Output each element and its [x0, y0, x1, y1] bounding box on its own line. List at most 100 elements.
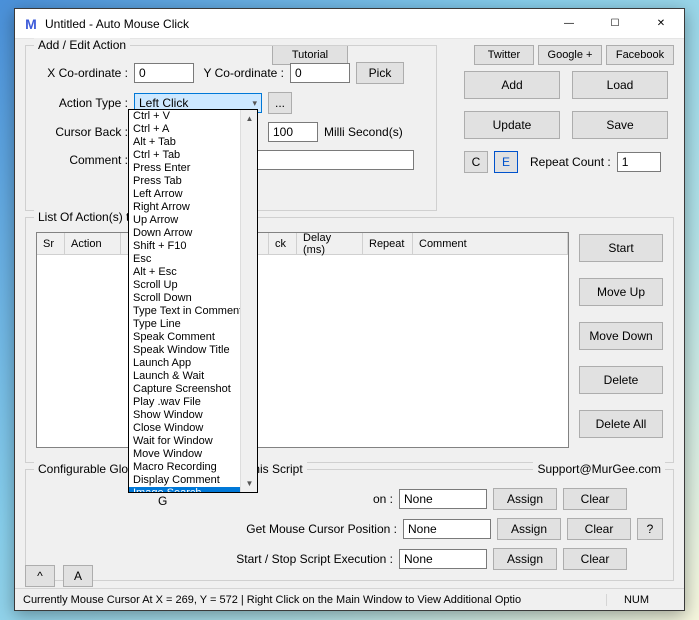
dropdown-option[interactable]: Move Window: [129, 448, 242, 461]
add-edit-legend: Add / Edit Action: [34, 38, 130, 52]
hotkey2-input[interactable]: [403, 519, 491, 539]
dropdown-option[interactable]: Scroll Down: [129, 292, 242, 305]
update-button[interactable]: Update: [464, 111, 560, 139]
hotkey3-input[interactable]: [399, 549, 487, 569]
dropdown-option[interactable]: Speak Comment: [129, 331, 242, 344]
dropdown-option[interactable]: Shift + F10: [129, 240, 242, 253]
dropdown-option[interactable]: Capture Screenshot: [129, 383, 242, 396]
start-button[interactable]: Start: [579, 234, 663, 262]
nav-up-button[interactable]: ^: [25, 565, 55, 587]
col-ck[interactable]: ck: [269, 233, 297, 254]
scroll-up-icon[interactable]: ▲: [241, 110, 258, 127]
dropdown-option[interactable]: Launch & Wait: [129, 370, 242, 383]
dropdown-option[interactable]: Show Window: [129, 409, 242, 422]
delay-unit-label: Milli Second(s): [324, 125, 403, 139]
delay-input[interactable]: [268, 122, 318, 142]
dropdown-option[interactable]: Display Comment: [129, 474, 242, 487]
load-button[interactable]: Load: [572, 71, 668, 99]
table-header: Sr Action ck Delay (ms) Repeat Comment: [37, 233, 568, 255]
dropdown-option[interactable]: Launch App: [129, 357, 242, 370]
dropdown-option[interactable]: Ctrl + Tab: [129, 149, 242, 162]
col-delay[interactable]: Delay (ms): [297, 233, 363, 254]
col-comment[interactable]: Comment: [413, 233, 568, 254]
hotkey1-label: on :: [113, 492, 393, 506]
dropdown-option[interactable]: Wait for Window: [129, 435, 242, 448]
dropdown-option[interactable]: Close Window: [129, 422, 242, 435]
hotkey3-label: Start / Stop Script Execution :: [113, 552, 393, 566]
g-prefix: G: [158, 494, 167, 508]
dropdown-option[interactable]: Alt + Tab: [129, 136, 242, 149]
assign3-button[interactable]: Assign: [493, 548, 557, 570]
status-text: Currently Mouse Cursor At X = 269, Y = 5…: [23, 594, 606, 606]
top-links-row: Tutorial Twitter Google + Facebook: [474, 45, 674, 65]
dropdown-scrollbar[interactable]: ▲ ▼: [240, 110, 257, 492]
dropdown-option[interactable]: Left Arrow: [129, 188, 242, 201]
hotkey1-input[interactable]: [399, 489, 487, 509]
action-list-group: List Of Action(s) to Sr Action ck Delay …: [25, 217, 674, 463]
right-button-column: Add Load Update Save C E Repeat Count :: [464, 71, 674, 181]
action-extra-button[interactable]: ...: [268, 92, 292, 114]
dropdown-option[interactable]: Alt + Esc: [129, 266, 242, 279]
dropdown-option[interactable]: Press Enter: [129, 162, 242, 175]
dropdown-option[interactable]: Type Line: [129, 318, 242, 331]
minimize-button[interactable]: —: [546, 9, 592, 39]
dropdown-option[interactable]: Speak Window Title: [129, 344, 242, 357]
dropdown-option[interactable]: Scroll Up: [129, 279, 242, 292]
pick-button[interactable]: Pick: [356, 62, 404, 84]
dropdown-option[interactable]: Down Arrow: [129, 227, 242, 240]
cursor-back-label: Cursor Back :: [36, 125, 128, 139]
e-button[interactable]: E: [494, 151, 518, 173]
repeat-count-input[interactable]: [617, 152, 661, 172]
dropdown-option[interactable]: Image Search: [129, 487, 242, 493]
col-action[interactable]: Action: [65, 233, 121, 254]
clear1-button[interactable]: Clear: [563, 488, 627, 510]
dropdown-option[interactable]: Right Arrow: [129, 201, 242, 214]
window-title: Untitled - Auto Mouse Click: [45, 17, 546, 31]
content-area: Tutorial Twitter Google + Facebook Add /…: [15, 39, 684, 583]
repeat-count-label: Repeat Count :: [530, 155, 611, 169]
clear2-button[interactable]: Clear: [567, 518, 631, 540]
assign1-button[interactable]: Assign: [493, 488, 557, 510]
dropdown-option[interactable]: Esc: [129, 253, 242, 266]
dropdown-option[interactable]: Macro Recording: [129, 461, 242, 474]
close-button[interactable]: ✕: [638, 9, 684, 39]
dropdown-option[interactable]: Play .wav File: [129, 396, 242, 409]
move-down-button[interactable]: Move Down: [579, 322, 663, 350]
assign2-button[interactable]: Assign: [497, 518, 561, 540]
google-plus-button[interactable]: Google +: [538, 45, 602, 65]
col-repeat[interactable]: Repeat: [363, 233, 413, 254]
delete-all-button[interactable]: Delete All: [579, 410, 663, 438]
facebook-button[interactable]: Facebook: [606, 45, 674, 65]
table-side-buttons: Start Move Up Move Down Delete Delete Al…: [579, 232, 663, 448]
dropdown-option[interactable]: Ctrl + A: [129, 123, 242, 136]
nav-buttons: ^ A: [25, 565, 93, 587]
move-up-button[interactable]: Move Up: [579, 278, 663, 306]
hotkey2-label: Get Mouse Cursor Position :: [117, 522, 397, 536]
col-sr[interactable]: Sr: [37, 233, 65, 254]
scroll-down-icon[interactable]: ▼: [241, 475, 258, 492]
action-table[interactable]: Sr Action ck Delay (ms) Repeat Comment: [36, 232, 569, 448]
global-hotkeys-group: Configurable Globa this Script Support@M…: [25, 469, 674, 581]
status-numlock: NUM: [606, 594, 656, 606]
y-coord-label: Y Co-ordinate :: [200, 66, 284, 80]
save-button[interactable]: Save: [572, 111, 668, 139]
dropdown-option[interactable]: Press Tab: [129, 175, 242, 188]
y-coord-input[interactable]: [290, 63, 350, 83]
nav-a-button[interactable]: A: [63, 565, 93, 587]
support-email: Support@MurGee.com: [533, 462, 665, 476]
c-button[interactable]: C: [464, 151, 488, 173]
add-button[interactable]: Add: [464, 71, 560, 99]
maximize-button[interactable]: ☐: [592, 9, 638, 39]
x-coord-input[interactable]: [134, 63, 194, 83]
dropdown-option[interactable]: Up Arrow: [129, 214, 242, 227]
twitter-button[interactable]: Twitter: [474, 45, 534, 65]
action-type-selected: Left Click: [139, 96, 188, 110]
list-legend: List Of Action(s) to: [34, 210, 140, 224]
window-controls: — ☐ ✕: [546, 9, 684, 39]
action-type-dropdown-list[interactable]: ▲ ▼ Ctrl + VCtrl + AAlt + TabCtrl + TabP…: [128, 109, 258, 493]
help-button[interactable]: ?: [637, 518, 663, 540]
dropdown-option[interactable]: Type Text in Comment: [129, 305, 242, 318]
delete-button[interactable]: Delete: [579, 366, 663, 394]
clear3-button[interactable]: Clear: [563, 548, 627, 570]
dropdown-option[interactable]: Ctrl + V: [129, 110, 242, 123]
